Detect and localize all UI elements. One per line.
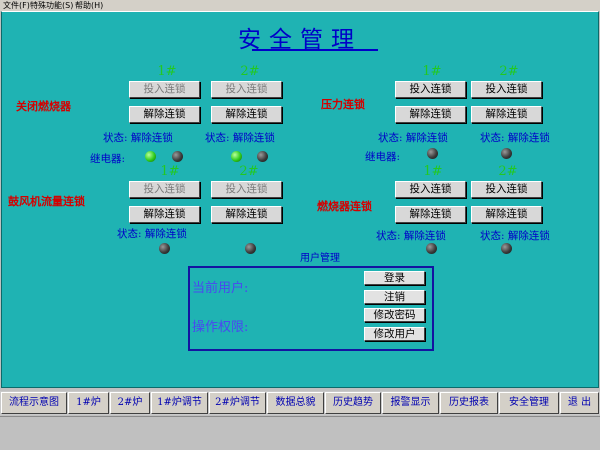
burner-relay-label: 继电器:: [90, 153, 126, 165]
pressure-label: 压力连锁: [321, 98, 365, 111]
interlock-unit-1-label: 1#: [423, 164, 443, 179]
change-password-button[interactable]: 修改密码: [364, 308, 425, 322]
status-area: [0, 416, 600, 450]
interlock-2-relay-light: [501, 243, 512, 254]
interlock-2-status: 状态: 解除连锁: [480, 230, 550, 242]
pressure-1-relay-light: [427, 148, 438, 159]
fan-unit-1-label: 1#: [160, 164, 180, 179]
nav-alarm-display[interactable]: 报警显示: [382, 392, 439, 414]
pressure-relay-label: 继电器:: [365, 151, 401, 163]
login-button[interactable]: 登录: [364, 271, 425, 285]
fan-2-engage-button[interactable]: 投入连锁: [211, 181, 282, 198]
title-underline: [252, 49, 378, 51]
fan-1-relay-light: [159, 243, 170, 254]
permission-label: 操作权限:: [192, 320, 249, 335]
nav-furnace-2-adjust[interactable]: 2#炉调节: [209, 392, 266, 414]
pressure-unit-2-label: 2#: [499, 64, 519, 79]
burner-1-release-button[interactable]: 解除连锁: [129, 106, 200, 123]
pressure-2-relay-light: [501, 148, 512, 159]
nav-data-overview[interactable]: 数据总貌: [267, 392, 324, 414]
nav-furnace-1-adjust[interactable]: 1#炉调节: [151, 392, 208, 414]
menu-file[interactable]: 文件(F): [3, 0, 30, 11]
fan-unit-2-label: 2#: [239, 164, 259, 179]
pressure-2-release-button[interactable]: 解除连锁: [471, 106, 542, 123]
pressure-2-engage-button[interactable]: 投入连锁: [471, 81, 542, 98]
fan-status: 状态: 解除连锁: [117, 228, 187, 240]
fan-2-release-button[interactable]: 解除连锁: [211, 206, 282, 223]
burner-1-relay-b-light: [172, 151, 183, 162]
fan-2-relay-light: [245, 243, 256, 254]
burner-1-relay-a-light: [145, 151, 156, 162]
menu-special[interactable]: 特殊功能(S): [30, 0, 73, 11]
burner-2-relay-a-light: [231, 151, 242, 162]
burner-off-label: 关闭燃烧器: [16, 100, 71, 113]
nav-flow-diagram[interactable]: 流程示意图: [1, 392, 67, 414]
burner-2-relay-b-light: [257, 151, 268, 162]
burner-2-engage-button[interactable]: 投入连锁: [211, 81, 282, 98]
modify-user-button[interactable]: 修改用户: [364, 327, 425, 341]
interlock-2-release-button[interactable]: 解除连锁: [471, 206, 542, 223]
interlock-1-engage-button[interactable]: 投入连锁: [395, 181, 466, 198]
interlock-unit-2-label: 2#: [498, 164, 518, 179]
fan-1-engage-button[interactable]: 投入连锁: [129, 181, 200, 198]
interlock-1-relay-light: [426, 243, 437, 254]
current-user-label: 当前用户:: [192, 281, 249, 296]
pressure-unit-1-label: 1#: [422, 64, 442, 79]
nav-history-trend[interactable]: 历史趋势: [325, 392, 381, 414]
pressure-2-status: 状态: 解除连锁: [480, 132, 550, 144]
logout-button[interactable]: 注销: [364, 290, 425, 304]
burner-1-status: 状态: 解除连锁: [103, 132, 173, 144]
fan-flow-label: 鼓风机流量连锁: [8, 195, 85, 208]
burner-unit-1-label: 1#: [157, 64, 177, 79]
nav-furnace-2[interactable]: 2#炉: [110, 392, 150, 414]
burner-2-release-button[interactable]: 解除连锁: [211, 106, 282, 123]
interlock-2-engage-button[interactable]: 投入连锁: [471, 181, 542, 198]
nav-furnace-1[interactable]: 1#炉: [68, 392, 109, 414]
menu-help[interactable]: 帮助(H): [75, 0, 103, 11]
interlock-1-status: 状态: 解除连锁: [376, 230, 446, 242]
burner-2-status: 状态: 解除连锁: [205, 132, 275, 144]
pressure-1-status: 状态: 解除连锁: [378, 132, 448, 144]
burner-interlock-label: 燃烧器连锁: [317, 200, 372, 213]
pressure-1-release-button[interactable]: 解除连锁: [395, 106, 466, 123]
user-management-caption: 用户管理: [300, 253, 340, 264]
pressure-1-engage-button[interactable]: 投入连锁: [395, 81, 466, 98]
burner-1-engage-button[interactable]: 投入连锁: [129, 81, 200, 98]
nav-history-report[interactable]: 历史报表: [440, 392, 498, 414]
fan-1-release-button[interactable]: 解除连锁: [129, 206, 200, 223]
menu-bar: 文件(F) 特殊功能(S) 帮助(H): [0, 0, 600, 11]
nav-safety-management[interactable]: 安全管理: [499, 392, 559, 414]
burner-unit-2-label: 2#: [240, 64, 260, 79]
nav-exit[interactable]: 退 出: [560, 392, 599, 414]
interlock-1-release-button[interactable]: 解除连锁: [395, 206, 466, 223]
